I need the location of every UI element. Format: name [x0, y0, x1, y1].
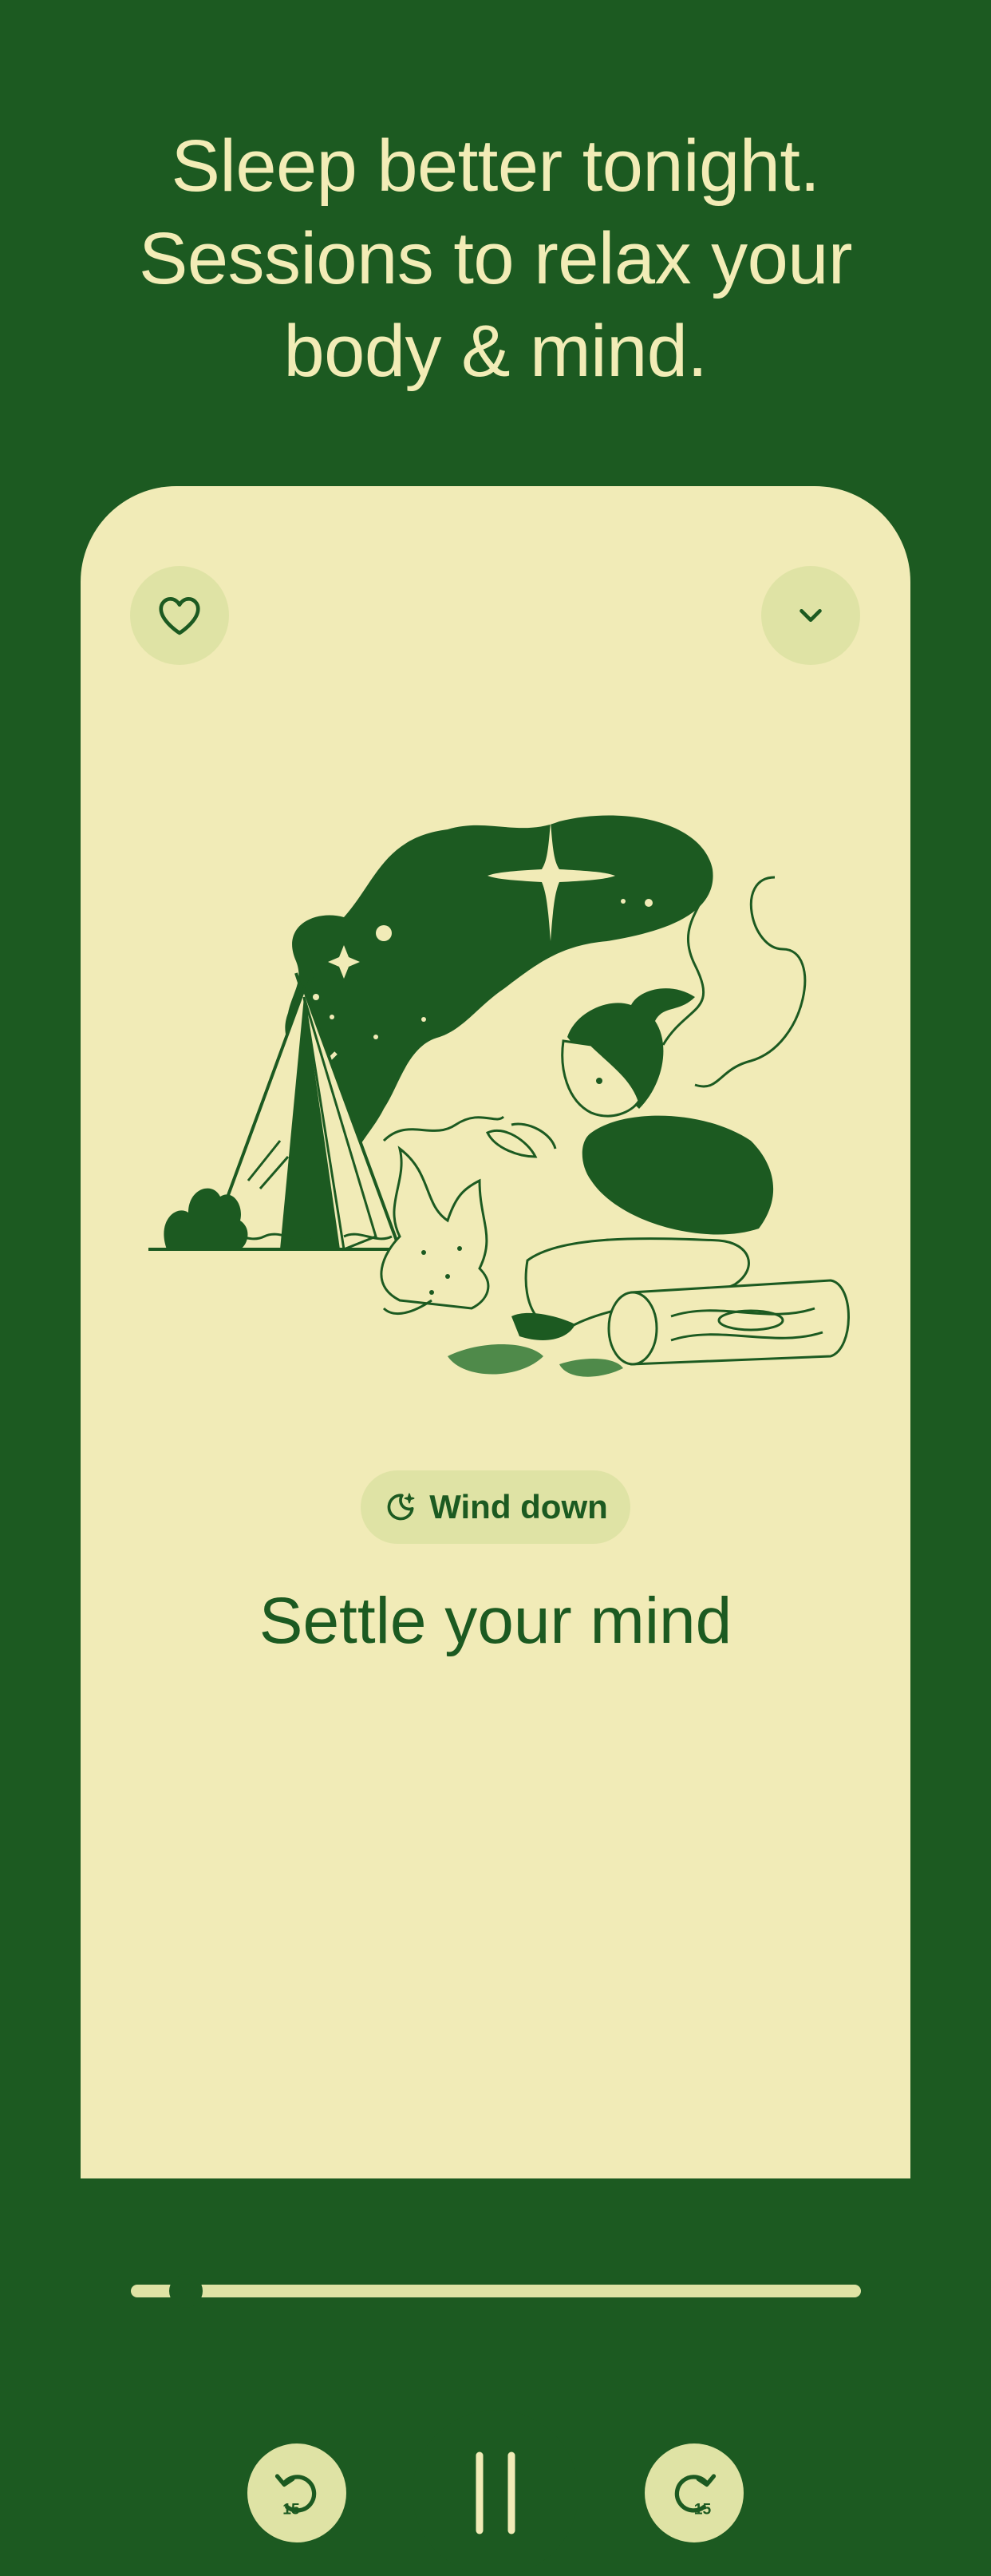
person-sweater [582, 1115, 774, 1235]
heart-icon [159, 597, 200, 635]
forward-15-button[interactable]: 15 [645, 2443, 744, 2542]
headline-line-2: Sessions to relax your [138, 218, 853, 299]
favorite-button[interactable] [130, 566, 229, 665]
category-tag[interactable]: Wind down [361, 1470, 630, 1544]
forward-15-label: 15 [694, 2501, 712, 2518]
campfire-illustration [148, 815, 850, 1377]
forward-15-icon: 15 [674, 2474, 717, 2518]
campfire [380, 1146, 490, 1310]
progress-track[interactable] [131, 2285, 861, 2297]
star-dot [330, 1015, 334, 1019]
category-label: Wind down [429, 1488, 608, 1525]
pause-icon [476, 2451, 515, 2534]
moon-sparkle-icon [387, 1493, 415, 1521]
pause-button[interactable] [413, 2410, 578, 2576]
star-dot [373, 1035, 378, 1039]
star-dot [376, 925, 392, 941]
star-dot [621, 899, 626, 904]
chevron-down-icon [800, 608, 822, 623]
rewind-15-icon: 15 [274, 2474, 317, 2518]
star-dot [421, 1017, 426, 1022]
progress-thumb[interactable] [168, 2274, 203, 2308]
rewind-15-label: 15 [282, 2501, 300, 2518]
star-dot [645, 899, 653, 907]
star-dot [313, 994, 319, 1000]
person-hands [485, 1122, 557, 1158]
ground-shadow [448, 1344, 623, 1377]
headline-line-1: Sleep better tonight. [171, 125, 820, 207]
collapse-button[interactable] [761, 566, 860, 665]
headline-line-3: body & mind. [283, 311, 708, 392]
rewind-15-button[interactable]: 15 [247, 2443, 346, 2542]
player-card: Wind down Settle your mind 15 15 [81, 486, 910, 2576]
session-title: Settle your mind [259, 1585, 732, 1657]
headline: Sleep better tonight. Sessions to relax … [0, 120, 991, 398]
